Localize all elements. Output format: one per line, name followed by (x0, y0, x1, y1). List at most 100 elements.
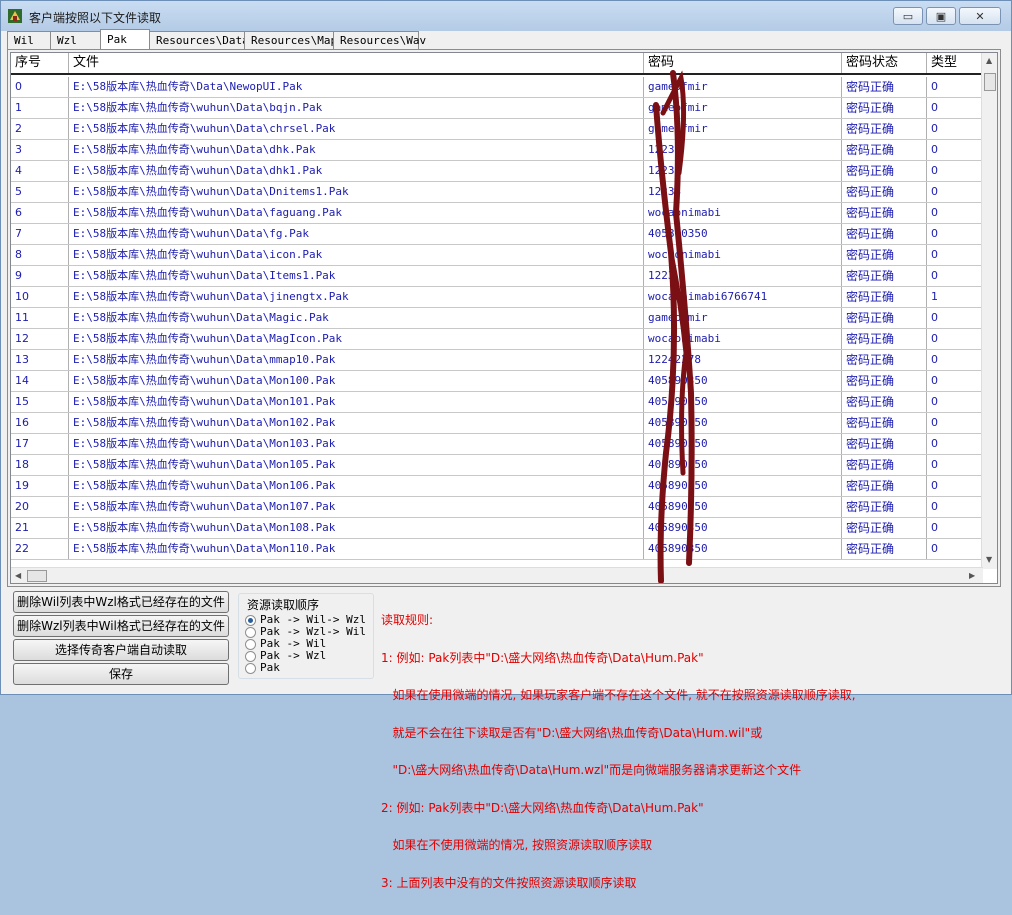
delete-wil-duplicates-button[interactable]: 删除Wil列表中Wzl格式已经存在的文件 (13, 591, 229, 613)
vertical-scrollbar[interactable]: ▲ ▼ (981, 53, 997, 569)
maximize-icon: ▣ (935, 9, 947, 23)
table-row[interactable]: 3 E:\58版本库\热血传奇\wuhun\Data\dhk.Pak 1223 密码正… (11, 140, 985, 161)
table-row[interactable]: 0 E:\58版本库\热血传奇\Data\NewopUI.Pak gameofmir… (11, 77, 985, 98)
cell-index: 17 (11, 434, 69, 454)
cell-password: gameofmir (644, 98, 842, 118)
scroll-up-icon[interactable]: ▲ (986, 56, 992, 65)
radio-selected-icon[interactable] (245, 614, 256, 626)
cell-index: 4 (11, 161, 69, 181)
cell-password: 405890350 (644, 455, 842, 475)
table-row[interactable]: 7 E:\58版本库\热血传奇\wuhun\Data\fg.Pak 40589035… (11, 224, 985, 245)
cell-password-status: 密码正确 (842, 77, 927, 97)
cell-index: 2 (11, 119, 69, 139)
radio-icon[interactable] (245, 650, 256, 662)
cell-file: E:\58版本库\热血传奇\wuhun\Data\jinengtx.Pak (69, 287, 644, 307)
radio-icon[interactable] (245, 626, 256, 638)
table-row[interactable]: 6 E:\58版本库\热血传奇\wuhun\Data\faguang.Pak woc… (11, 203, 985, 224)
cell-password-status: 密码正确 (842, 98, 927, 118)
table-row[interactable]: 12 E:\58版本库\热血传奇\wuhun\Data\MagIcon.Pak wo… (11, 329, 985, 350)
cell-password-status: 密码正确 (842, 287, 927, 307)
cell-index: 6 (11, 203, 69, 223)
table-row[interactable]: 9 E:\58版本库\热血传奇\wuhun\Data\Items1.Pak 1223… (11, 266, 985, 287)
cell-file: E:\58版本库\热血传奇\wuhun\Data\Mon106.Pak (69, 476, 644, 496)
rules-line: 如果在不使用微端的情况, 按照资源读取顺序读取 (381, 838, 653, 852)
horizontal-scrollbar[interactable]: ◀ ▶ (11, 567, 983, 583)
table-row[interactable]: 19 E:\58版本库\热血传奇\wuhun\Data\Mon106.Pak 405… (11, 476, 985, 497)
cell-password: 405890350 (644, 224, 842, 244)
cell-index: 18 (11, 455, 69, 475)
table-header: 序号 文件 密码 密码状态 类型 (11, 53, 985, 75)
cell-file: E:\58版本库\热血传奇\wuhun\Data\faguang.Pak (69, 203, 644, 223)
table-row[interactable]: 15 E:\58版本库\热血传奇\wuhun\Data\Mon101.Pak 405… (11, 392, 985, 413)
header-password-status[interactable]: 密码状态 (842, 53, 927, 73)
tab-resources-data[interactable]: Resources\Data (149, 31, 249, 49)
cell-type: 0 (931, 500, 938, 513)
cell-password-status: 密码正确 (842, 413, 927, 433)
table-row[interactable]: 4 E:\58版本库\热血传奇\wuhun\Data\dhk1.Pak 1223 密码… (11, 161, 985, 182)
scroll-right-icon[interactable]: ▶ (969, 571, 975, 580)
header-file[interactable]: 文件 (69, 53, 644, 73)
cell-index: 19 (11, 476, 69, 496)
cell-password: wocaonimabi (644, 245, 842, 265)
header-index[interactable]: 序号 (11, 53, 69, 73)
cell-password: wocaonimabi (644, 203, 842, 223)
cell-index: 1 (11, 98, 69, 118)
tab-wzl[interactable]: Wzl (50, 31, 101, 49)
cell-file: E:\58版本库\热血传奇\wuhun\Data\Mon101.Pak (69, 392, 644, 412)
tab-wil[interactable]: Wil (7, 31, 51, 49)
file-table: 序号 文件 密码 密码状态 类型 0 E:\58版本库\热血传奇\Data\New… (10, 52, 998, 584)
cell-password-status: 密码正确 (842, 539, 927, 559)
cell-index: 5 (11, 182, 69, 202)
scroll-down-icon[interactable]: ▼ (986, 555, 992, 564)
radio-order-option[interactable]: Pak (245, 662, 280, 674)
cell-type: 0 (931, 80, 938, 93)
cell-file: E:\58版本库\热血传奇\Data\NewopUI.Pak (69, 77, 644, 97)
header-type[interactable]: 类型 (927, 53, 985, 73)
tab-resources-map[interactable]: Resources\Map (244, 31, 337, 49)
table-row[interactable]: 22 E:\58版本库\热血传奇\wuhun\Data\Mon110.Pak 405… (11, 539, 985, 560)
table-row[interactable]: 1 E:\58版本库\热血传奇\wuhun\Data\bqjn.Pak gameof… (11, 98, 985, 119)
header-password[interactable]: 密码 (644, 53, 842, 73)
app-icon (8, 9, 22, 23)
cell-password: 405890350 (644, 518, 842, 538)
horizontal-scroll-thumb[interactable] (27, 570, 47, 582)
table-row[interactable]: 8 E:\58版本库\热血传奇\wuhun\Data\icon.Pak wocaon… (11, 245, 985, 266)
cell-index: 16 (11, 413, 69, 433)
read-rules-text: 读取规则: 1: 例如: Pak列表中"D:\盛大网络\热血传奇\Data\Hu… (381, 589, 1001, 914)
vertical-scroll-thumb[interactable] (984, 73, 996, 91)
delete-wzl-duplicates-button[interactable]: 删除Wzl列表中Wil格式已经存在的文件 (13, 615, 229, 637)
close-button[interactable]: ✕ (959, 7, 1001, 25)
radio-icon[interactable] (245, 638, 256, 650)
table-row[interactable]: 17 E:\58版本库\热血传奇\wuhun\Data\Mon103.Pak 405… (11, 434, 985, 455)
cell-password-status: 密码正确 (842, 392, 927, 412)
table-row[interactable]: 11 E:\58版本库\热血传奇\wuhun\Data\Magic.Pak game… (11, 308, 985, 329)
scroll-left-icon[interactable]: ◀ (15, 571, 21, 580)
tab-resources-wav[interactable]: Resources\Wav (333, 31, 426, 49)
cell-file: E:\58版本库\热血传奇\wuhun\Data\bqjn.Pak (69, 98, 644, 118)
cell-file: E:\58版本库\热血传奇\wuhun\Data\Magic.Pak (69, 308, 644, 328)
cell-type: 0 (931, 332, 938, 345)
table-row[interactable]: 21 E:\58版本库\热血传奇\wuhun\Data\Mon108.Pak 405… (11, 518, 985, 539)
table-row[interactable]: 14 E:\58版本库\热血传奇\wuhun\Data\Mon100.Pak 405… (11, 371, 985, 392)
table-row[interactable]: 10 E:\58版本库\热血传奇\wuhun\Data\jinengtx.Pak w… (11, 287, 985, 308)
radio-icon[interactable] (245, 662, 256, 674)
cell-type: 0 (931, 164, 938, 177)
table-row[interactable]: 18 E:\58版本库\热血传奇\wuhun\Data\Mon105.Pak 405… (11, 455, 985, 476)
title-bar[interactable]: 客户端按照以下文件读取 ▭ ▣ ✕ (1, 1, 1011, 31)
table-row[interactable]: 2 E:\58版本库\热血传奇\wuhun\Data\chrsel.Pak game… (11, 119, 985, 140)
table-row[interactable]: 5 E:\58版本库\热血传奇\wuhun\Data\Dnitems1.Pak 12… (11, 182, 985, 203)
cell-password-status: 密码正确 (842, 455, 927, 475)
save-button[interactable]: 保存 (13, 663, 229, 685)
minimize-button[interactable]: ▭ (893, 7, 923, 25)
table-row[interactable]: 16 E:\58版本库\热血传奇\wuhun\Data\Mon102.Pak 405… (11, 413, 985, 434)
auto-read-client-button[interactable]: 选择传奇客户端自动读取 (13, 639, 229, 661)
tab-pak[interactable]: Pak (100, 29, 150, 49)
cell-type: 0 (931, 458, 938, 471)
radio-order-option[interactable]: Pak -> Wzl (245, 650, 326, 662)
table-row[interactable]: 20 E:\58版本库\热血传奇\wuhun\Data\Mon107.Pak 405… (11, 497, 985, 518)
cell-password-status: 密码正确 (842, 497, 927, 517)
cell-password: 1223 (644, 266, 842, 286)
maximize-button[interactable]: ▣ (926, 7, 956, 25)
cell-password: 405890350 (644, 497, 842, 517)
table-row[interactable]: 13 E:\58版本库\热血传奇\wuhun\Data\mmap10.Pak 122… (11, 350, 985, 371)
